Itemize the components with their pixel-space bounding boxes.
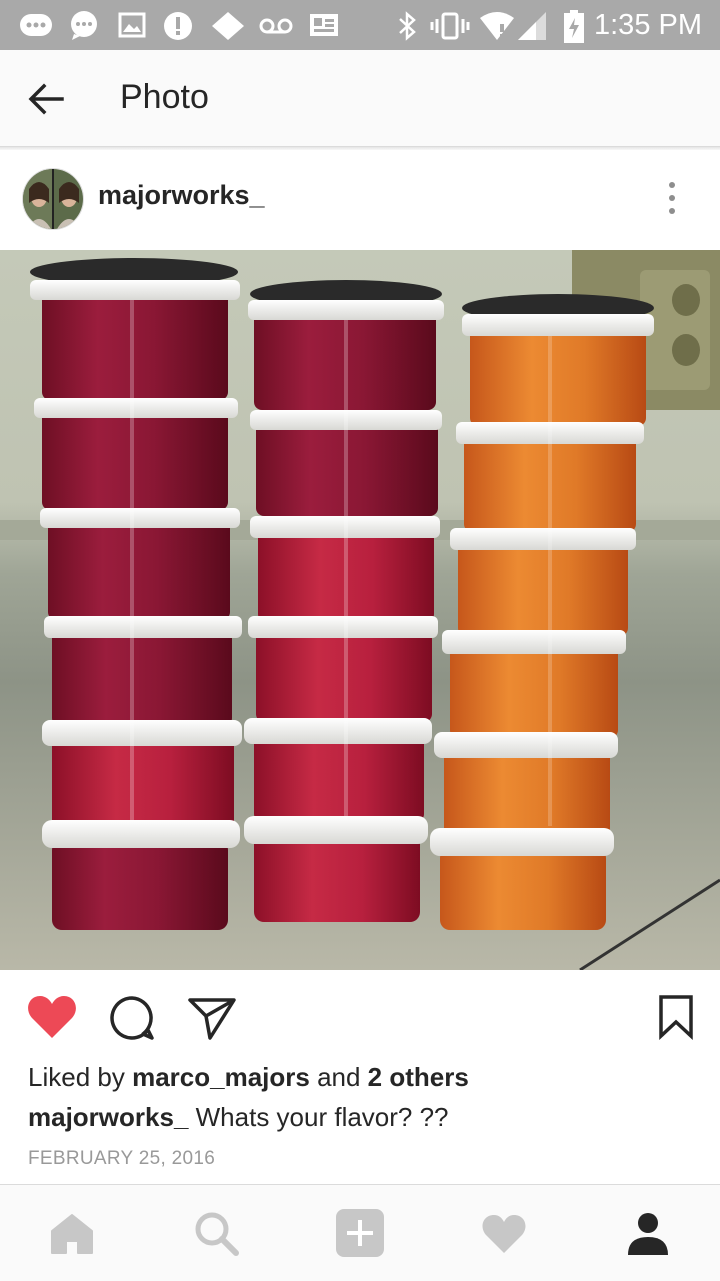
page-title: Photo xyxy=(120,78,209,116)
post-date: FEBRUARY 25, 2016 xyxy=(28,1148,216,1169)
wifi-icon xyxy=(480,12,514,40)
caption-text: Whats your flavor? ?? xyxy=(188,1102,449,1132)
caption: majorworks_ Whats your flavor? ?? xyxy=(28,1102,449,1133)
search-icon[interactable] xyxy=(192,1209,240,1257)
more-vertical-icon[interactable] xyxy=(660,180,684,216)
message-icon xyxy=(71,11,97,40)
news-icon xyxy=(310,14,338,36)
post-actions xyxy=(0,970,720,1060)
likes-others-link[interactable]: 2 others xyxy=(368,1062,469,1092)
avatar[interactable] xyxy=(22,168,84,230)
activity-heart-icon[interactable] xyxy=(480,1209,528,1257)
add-icon[interactable] xyxy=(336,1209,384,1257)
alert-icon xyxy=(164,12,192,40)
bluetooth-icon xyxy=(399,11,416,41)
image-icon xyxy=(118,12,146,38)
liked-by-user[interactable]: marco_majors xyxy=(132,1062,310,1092)
post-photo[interactable] xyxy=(0,250,720,970)
bottom-nav xyxy=(0,1184,720,1281)
chat-bubble-icon xyxy=(20,14,52,36)
status-time: 1:35 PM xyxy=(594,9,702,41)
status-bar: 1:35 PM xyxy=(0,0,720,50)
home-icon[interactable] xyxy=(48,1209,96,1257)
caption-username[interactable]: majorworks_ xyxy=(28,1102,188,1132)
post-header: majorworks_ xyxy=(0,150,720,250)
arrow-left-icon[interactable] xyxy=(24,76,70,122)
profile-icon[interactable] xyxy=(624,1209,672,1257)
diamond-icon xyxy=(212,12,244,40)
app-bar: Photo xyxy=(0,50,720,147)
voicemail-icon xyxy=(259,18,293,34)
container-stack-1 xyxy=(30,258,242,930)
battery-charging-icon xyxy=(564,10,584,43)
heart-filled-icon[interactable] xyxy=(26,994,78,1040)
likes-text: Liked by marco_majors and 2 others xyxy=(28,1062,469,1093)
vibrate-icon xyxy=(430,12,470,40)
comment-icon[interactable] xyxy=(108,994,156,1042)
send-icon[interactable] xyxy=(186,994,238,1042)
bookmark-icon[interactable] xyxy=(658,994,694,1040)
likes-prefix: Liked by xyxy=(28,1062,133,1092)
likes-middle: and xyxy=(309,1062,368,1092)
post-username[interactable]: majorworks_ xyxy=(98,180,265,211)
signal-icon xyxy=(518,12,546,40)
